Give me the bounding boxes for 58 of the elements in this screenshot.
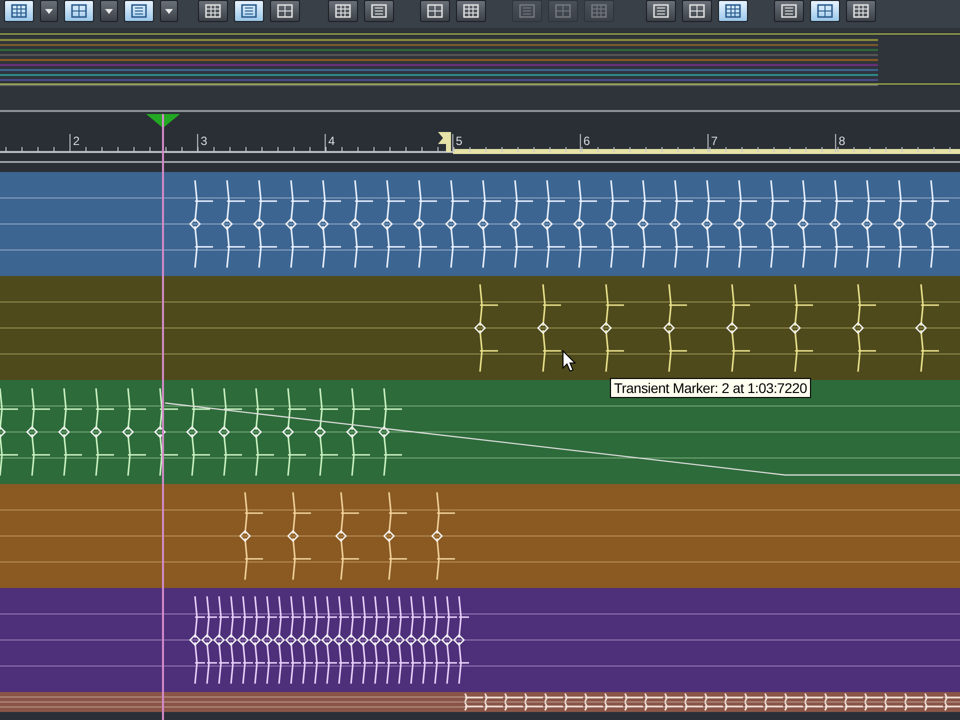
toolbar-button[interactable] — [328, 0, 358, 22]
tool-icon — [555, 4, 571, 18]
measure-number: 3 — [200, 134, 208, 148]
measure-number: 2 — [73, 134, 80, 148]
toolbar-button[interactable] — [4, 0, 34, 22]
toolbar-button[interactable] — [774, 0, 804, 22]
tooltip: Transient Marker: 2 at 1:03:7220 — [610, 378, 811, 398]
measure-number: 4 — [328, 134, 335, 148]
envelope-line[interactable] — [164, 402, 960, 476]
tool-icon — [463, 4, 479, 18]
measure-number: 6 — [583, 134, 590, 148]
audio-track-clip[interactable] — [0, 692, 960, 712]
tool-icon — [335, 4, 351, 18]
toolbar-button[interactable] — [420, 0, 450, 22]
audio-track-clip[interactable] — [0, 588, 960, 692]
loop-start-flag-icon[interactable] — [438, 132, 451, 152]
tool-icon — [725, 4, 741, 18]
tool-icon — [277, 4, 293, 18]
tool-icon — [11, 4, 27, 18]
toolbar-button[interactable] — [682, 0, 712, 22]
dropdown-button[interactable] — [100, 0, 118, 22]
tool-icon — [653, 4, 669, 18]
tool-icon — [591, 4, 607, 18]
toolbar-button[interactable] — [234, 0, 264, 22]
audio-track-clip[interactable] — [0, 380, 960, 484]
tool-icon — [781, 4, 797, 18]
mouse-pointer-icon — [562, 350, 576, 372]
tool-icon — [689, 4, 705, 18]
dropdown-button[interactable] — [160, 0, 178, 22]
measure-number: 5 — [456, 134, 462, 148]
caret-icon — [165, 8, 173, 14]
tool-icon — [853, 4, 869, 18]
toolbar-button[interactable] — [456, 0, 486, 22]
toolbar-button[interactable] — [364, 0, 394, 22]
dropdown-button[interactable] — [40, 0, 58, 22]
measure-number: 8 — [838, 134, 846, 148]
tool-icon — [371, 4, 387, 18]
toolbar-button[interactable] — [646, 0, 676, 22]
toolbar-button[interactable] — [198, 0, 228, 22]
audio-track-clip[interactable] — [0, 484, 960, 588]
tool-icon — [817, 4, 833, 18]
toolbar-button[interactable] — [64, 0, 94, 22]
tool-icon — [427, 4, 443, 18]
toolbar-button[interactable] — [124, 0, 154, 22]
caret-icon — [105, 8, 113, 14]
tool-icon — [205, 4, 221, 18]
tool-icon — [241, 4, 257, 18]
tool-icon — [71, 4, 87, 18]
toolbar-button[interactable] — [270, 0, 300, 22]
toolbar-button[interactable] — [846, 0, 876, 22]
audio-track-clip[interactable] — [0, 172, 960, 276]
tool-icon — [131, 4, 147, 18]
measure-number: 7 — [711, 134, 718, 148]
tool-icon — [519, 4, 535, 18]
caret-icon — [45, 8, 53, 14]
toolbar-button[interactable] — [718, 0, 748, 22]
audio-track-clip[interactable] — [0, 276, 960, 380]
toolbar-button[interactable] — [810, 0, 840, 22]
